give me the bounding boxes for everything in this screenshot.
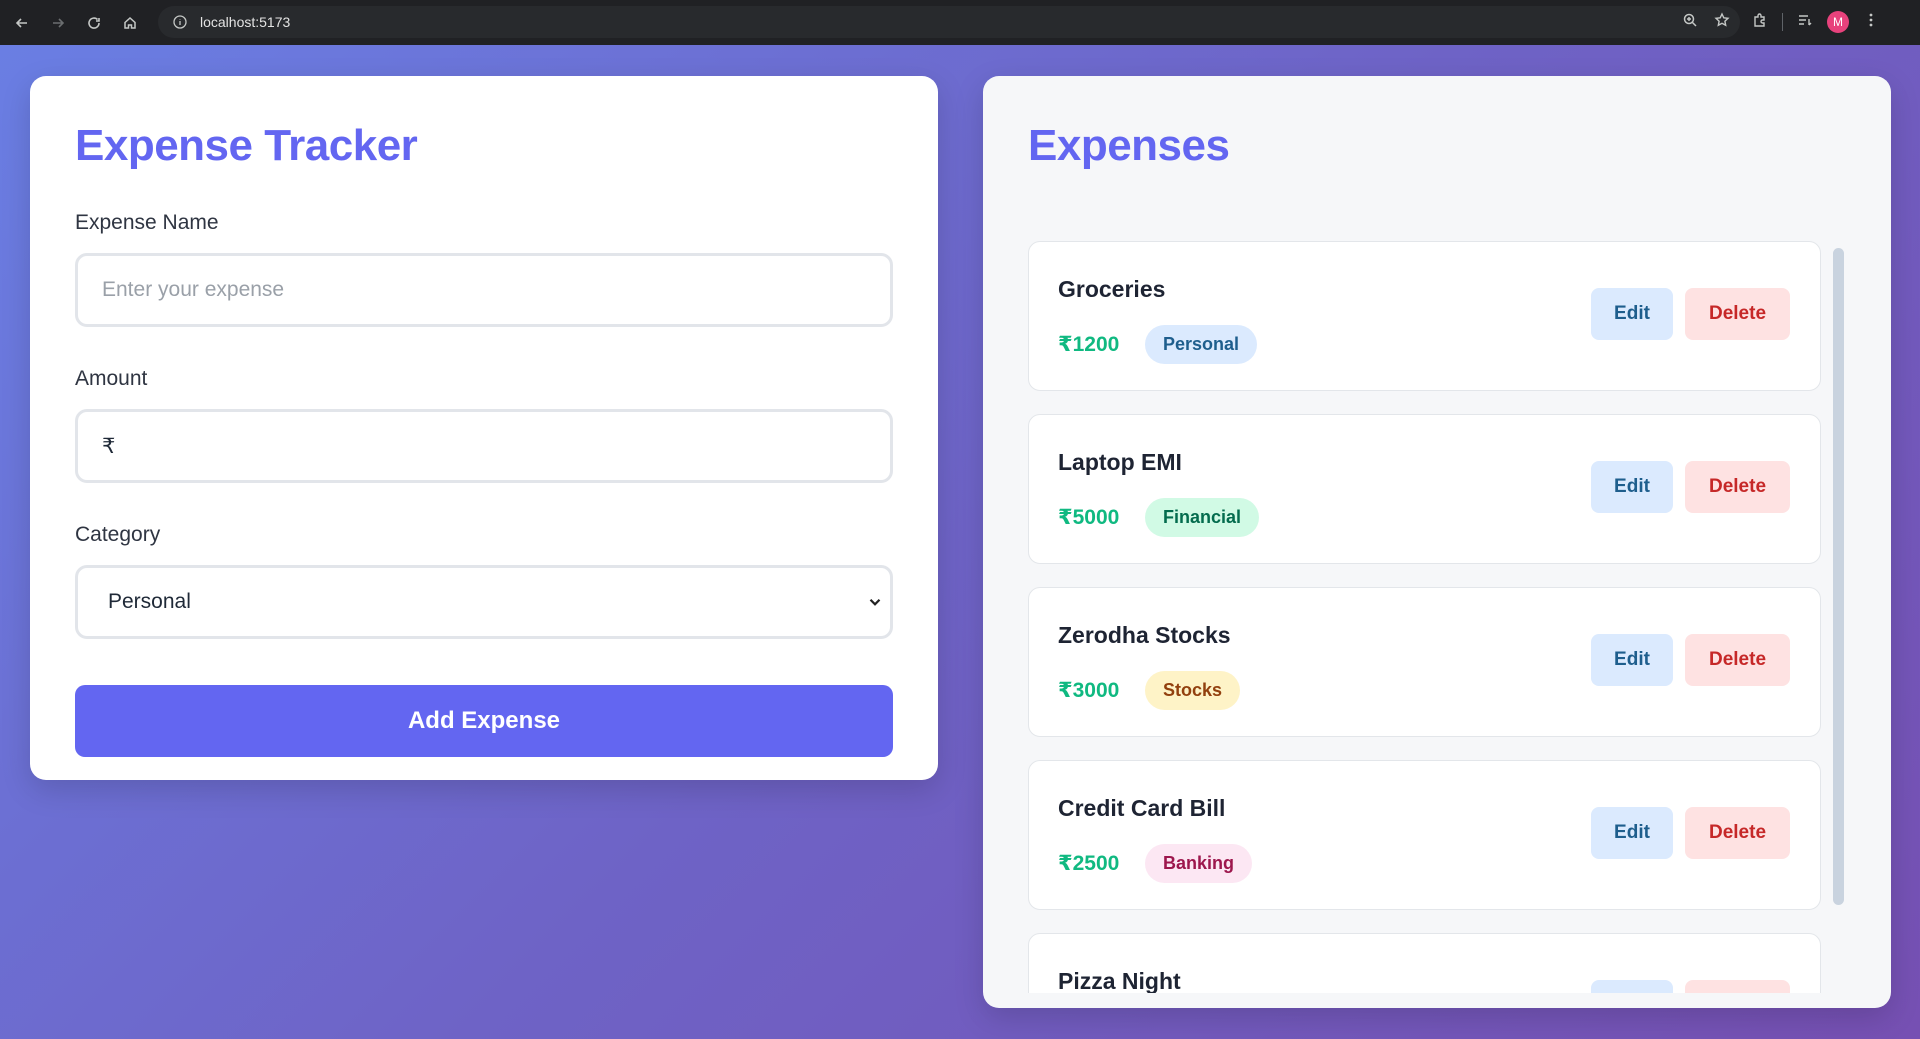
edit-button[interactable]: Edit	[1591, 980, 1673, 993]
toolbar-separator	[1782, 13, 1783, 31]
expense-item: Pizza Night Edit Delete	[1028, 933, 1821, 993]
expense-item-amount: ₹5000	[1058, 506, 1120, 529]
expenses-title: Expenses	[1028, 121, 1230, 170]
expense-item-amount: ₹2500	[1058, 852, 1120, 875]
category-badge: Stocks	[1145, 671, 1241, 710]
profile-avatar[interactable]: M	[1827, 11, 1849, 33]
expense-item-amount: ₹3000	[1058, 679, 1120, 702]
expense-item: Laptop EMI ₹5000 Financial Edit Delete	[1028, 414, 1821, 564]
form-title: Expense Tracker	[75, 121, 418, 170]
page-background: Expense Tracker Expense Name Enter your …	[0, 45, 1920, 1039]
category-badge: Banking	[1145, 844, 1253, 883]
expense-name-placeholder: Enter your expense	[102, 278, 285, 301]
category-badge: Personal	[1145, 325, 1258, 364]
delete-button[interactable]: Delete	[1685, 980, 1790, 993]
amount-input[interactable]: ₹	[75, 409, 893, 483]
forward-icon[interactable]	[40, 5, 76, 41]
expense-form-card: Expense Tracker Expense Name Enter your …	[30, 76, 938, 780]
edit-button[interactable]: Edit	[1591, 461, 1673, 513]
amount-value: ₹	[102, 434, 116, 458]
delete-button[interactable]: Delete	[1685, 461, 1790, 513]
expense-item: Zerodha Stocks ₹3000 Stocks Edit Delete	[1028, 587, 1821, 737]
edit-button[interactable]: Edit	[1591, 807, 1673, 859]
home-icon[interactable]	[112, 5, 148, 41]
site-info-icon[interactable]	[172, 14, 188, 30]
bookmark-star-icon[interactable]	[1714, 11, 1730, 33]
back-icon[interactable]	[4, 5, 40, 41]
category-selected-value: Personal	[108, 590, 191, 613]
omnibox-actions	[1682, 6, 1730, 38]
delete-button[interactable]: Delete	[1685, 634, 1790, 686]
delete-button[interactable]: Delete	[1685, 807, 1790, 859]
category-select[interactable]: Personal	[75, 565, 893, 639]
zoom-icon[interactable]	[1682, 12, 1698, 33]
expense-name-input[interactable]: Enter your expense	[75, 253, 893, 327]
expense-item-amount: ₹1200	[1058, 333, 1120, 356]
expense-name-label: Expense Name	[75, 211, 219, 234]
reading-list-icon[interactable]	[1797, 12, 1813, 33]
menu-dots-icon[interactable]	[1863, 12, 1879, 33]
category-badge: Financial	[1145, 498, 1260, 537]
reload-icon[interactable]	[76, 5, 112, 41]
category-label: Category	[75, 523, 161, 546]
toolbar-actions: M	[1752, 6, 1879, 38]
extensions-icon[interactable]	[1752, 12, 1768, 33]
nav-buttons	[4, 5, 148, 41]
delete-button[interactable]: Delete	[1685, 288, 1790, 340]
edit-button[interactable]: Edit	[1591, 288, 1673, 340]
edit-button[interactable]: Edit	[1591, 634, 1673, 686]
chevron-down-icon	[869, 598, 881, 606]
url-text: localhost:5173	[200, 14, 291, 30]
list-scrollbar[interactable]	[1833, 248, 1844, 905]
expense-item: Credit Card Bill ₹2500 Banking Edit Dele…	[1028, 760, 1821, 910]
add-expense-button[interactable]: Add Expense	[75, 685, 893, 757]
browser-toolbar: localhost:5173 M	[0, 0, 1920, 45]
expenses-card: Expenses Groceries ₹1200 Personal Edit D…	[983, 76, 1891, 1008]
amount-label: Amount	[75, 367, 148, 390]
expense-item: Groceries ₹1200 Personal Edit Delete	[1028, 241, 1821, 391]
expenses-list[interactable]: Groceries ₹1200 Personal Edit Delete Lap…	[1028, 241, 1821, 993]
address-bar[interactable]: localhost:5173	[158, 6, 1740, 38]
